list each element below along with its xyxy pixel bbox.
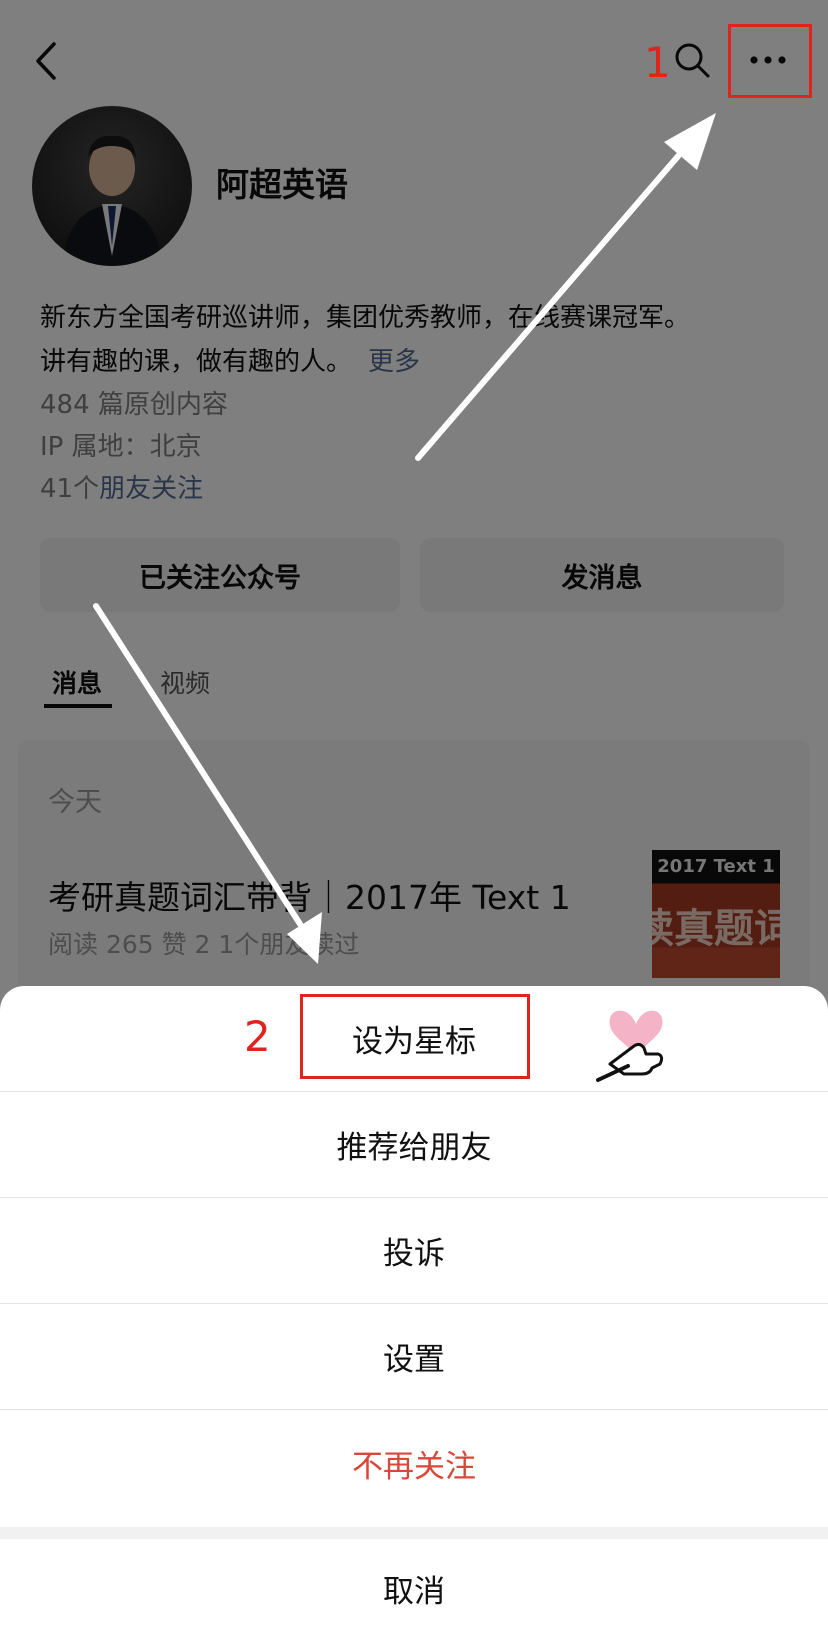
set-star-highlight bbox=[300, 994, 530, 1079]
sheet-separator bbox=[0, 1527, 828, 1539]
report-option[interactable]: 投诉 bbox=[0, 1198, 828, 1304]
action-sheet: 设为星标 推荐给朋友 投诉 设置 不再关注 取消 bbox=[0, 986, 828, 1637]
thumbs-up-heart-sticker bbox=[588, 994, 684, 1090]
step-2-label: 2 bbox=[244, 1012, 271, 1061]
unfollow-option[interactable]: 不再关注 bbox=[0, 1410, 828, 1516]
recommend-to-friend-option[interactable]: 推荐给朋友 bbox=[0, 1092, 828, 1198]
more-button-highlight bbox=[728, 24, 812, 98]
settings-option[interactable]: 设置 bbox=[0, 1304, 828, 1410]
cancel-button[interactable]: 取消 bbox=[0, 1539, 828, 1637]
step-1-label: 1 bbox=[644, 38, 671, 87]
